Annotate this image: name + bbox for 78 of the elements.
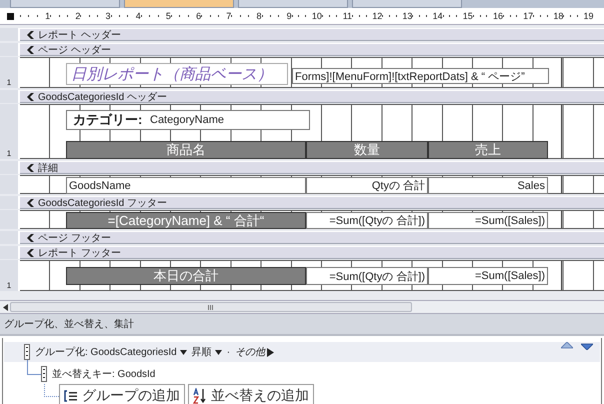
ruler-number: 19 — [584, 11, 594, 21]
report-textbox[interactable]: Sales — [428, 177, 548, 194]
ruler-number: 14 — [432, 11, 443, 21]
report-textbox[interactable]: =Sum([Sales]) — [428, 212, 548, 229]
sort-field-label: 並べ替えキー: GoodsId — [52, 368, 156, 381]
report-textbox[interactable]: Qtyの 合計 — [306, 177, 428, 194]
column-heading-label[interactable]: 売上 — [428, 141, 548, 159]
report-textbox[interactable]: =Sum([Qtyの 合計]) — [306, 267, 428, 285]
section-selector[interactable] — [0, 196, 20, 209]
ruler-number: 3 — [106, 11, 111, 21]
drag-handle-icon[interactable] — [24, 344, 30, 360]
separator-dot: · — [226, 346, 230, 358]
ruler-number: 1 — [6, 78, 12, 88]
report-label[interactable]: 本日の合計 — [66, 267, 306, 285]
select-report-icon[interactable] — [6, 12, 14, 20]
section-bar[interactable]: GoodsCategoriesId ヘッダー — [20, 90, 604, 103]
report-textbox[interactable]: Forms]![MenuForm]![txtReportDats] & “ ページ” — [292, 68, 549, 84]
ruler-number: 2 — [75, 11, 80, 21]
section-selector[interactable] — [0, 43, 20, 56]
ruler-number: 8 — [256, 11, 262, 21]
section-bar[interactable]: レポート ヘッダー — [20, 28, 604, 41]
section-arrow-icon — [26, 92, 35, 100]
section-bar[interactable]: ページ フッター — [20, 231, 604, 244]
ruler-number: 1 — [45, 11, 50, 21]
section-arrow-icon — [26, 198, 35, 206]
dropdown-icon[interactable] — [214, 350, 222, 354]
add-group-button[interactable]: グループの追加 — [59, 384, 185, 404]
document-tab[interactable] — [10, 0, 120, 8]
ruler-number: 13 — [402, 11, 412, 21]
ruler-number: 1 — [6, 281, 12, 291]
section-bar[interactable]: GoodsCategoriesId フッター — [20, 196, 604, 209]
scroll-left-icon[interactable] — [2, 304, 8, 310]
ruler-number: 1 — [6, 149, 12, 159]
ruler-number: 9 — [286, 11, 292, 21]
section-bar[interactable]: レポート フッター — [20, 246, 604, 259]
document-tab[interactable] — [352, 0, 462, 8]
ruler-number: 10 — [312, 11, 322, 21]
move-up-icon[interactable] — [561, 342, 573, 350]
pane-title: グループ化、並べ替え、集計 — [4, 318, 134, 331]
ruler-number: 12 — [372, 11, 382, 21]
section-bar[interactable]: ページ ヘッダー — [20, 43, 604, 56]
group-row[interactable]: グループ化: GoodsCategoriesId 昇順 · その他 — [4, 342, 600, 362]
ruler-number: 16 — [492, 11, 503, 21]
dropdown-icon[interactable] — [180, 350, 187, 354]
section-bar[interactable]: 詳細 — [20, 161, 604, 174]
more-link[interactable]: その他 — [235, 345, 266, 359]
document-tab[interactable] — [238, 0, 348, 8]
group-list-icon — [64, 390, 78, 402]
ruler-number: 18 — [553, 11, 564, 21]
sort-az-icon — [193, 388, 207, 404]
report-title-label[interactable]: 日別レポート（商品ベース） — [66, 63, 288, 85]
column-heading-label[interactable]: 商品名 — [66, 141, 306, 159]
report-textbox[interactable]: GoodsName — [66, 177, 306, 194]
section-arrow-icon — [26, 164, 35, 172]
section-selector[interactable] — [0, 90, 20, 103]
move-down-icon[interactable] — [581, 342, 593, 350]
section-selector[interactable] — [0, 161, 20, 174]
ruler-number: 11 — [342, 11, 352, 21]
ruler-number: 6 — [196, 11, 202, 21]
scrollbar-thumb[interactable] — [10, 302, 412, 312]
ruler-number: 5 — [166, 11, 171, 21]
report-textbox[interactable]: =Sum([Sales]) — [428, 267, 548, 285]
ruler-number: 17 — [523, 11, 534, 21]
expand-arrow-icon[interactable] — [267, 348, 274, 356]
ruler-number: 4 — [136, 11, 141, 21]
document-tab[interactable] — [124, 0, 234, 8]
report-label[interactable]: =[CategoryName] & “ 合計“ — [66, 212, 306, 229]
add-sort-button[interactable]: 並べ替えの追加 — [188, 384, 314, 404]
section-selector[interactable] — [0, 28, 20, 41]
drag-handle-icon[interactable] — [41, 366, 47, 382]
group-field-label: グループ化: GoodsCategoriesId — [35, 346, 177, 359]
ruler-number: 7 — [226, 11, 232, 21]
report-textbox[interactable]: =Sum([Qtyの 合計]) — [306, 212, 428, 229]
ruler-number: 15 — [462, 11, 473, 21]
sort-order-label: 昇順 — [192, 346, 212, 359]
column-heading-label[interactable]: 数量 — [306, 141, 428, 159]
section-selector[interactable] — [0, 246, 20, 259]
section-selector[interactable] — [0, 231, 20, 244]
